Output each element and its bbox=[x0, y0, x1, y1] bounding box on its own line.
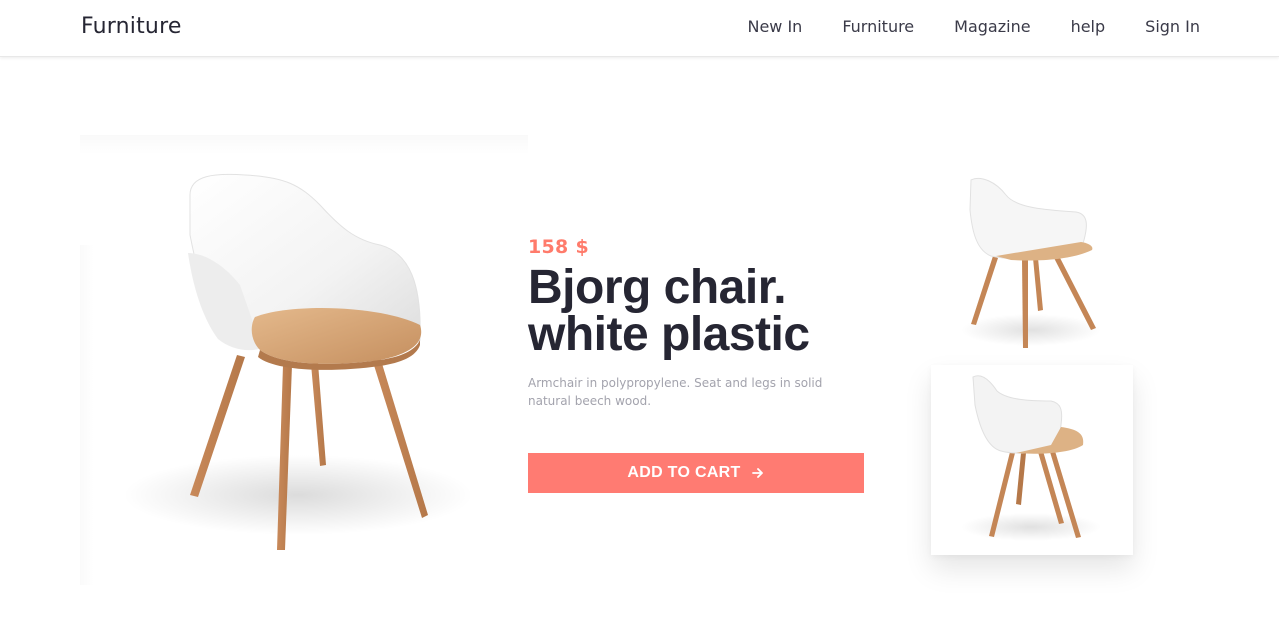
nav-sign-in[interactable]: Sign In bbox=[1145, 17, 1200, 37]
add-to-cart-button[interactable]: ADD TO CART bbox=[528, 453, 864, 493]
product-price: 158 $ bbox=[528, 236, 589, 258]
product-title-line-1: Bjorg chair. bbox=[528, 261, 787, 314]
chair-side-illustration bbox=[961, 375, 1101, 541]
site-header: Furniture New In Furniture Magazine help… bbox=[0, 0, 1279, 57]
nav-new-in[interactable]: New In bbox=[747, 17, 802, 37]
main-nav: New In Furniture Magazine help Sign In bbox=[707, 17, 1200, 37]
nav-furniture[interactable]: Furniture bbox=[842, 17, 914, 37]
product-title: Bjorg chair. white plastic bbox=[528, 261, 868, 361]
arrow-right-icon bbox=[751, 466, 765, 480]
chair-front-illustration bbox=[123, 173, 473, 550]
product-thumbnail-side-view[interactable] bbox=[931, 365, 1133, 555]
product-title-line-2: white plastic bbox=[528, 308, 810, 361]
product-description: Armchair in polypropylene. Seat and legs… bbox=[528, 376, 823, 408]
product-thumbnail-back-view[interactable] bbox=[936, 170, 1128, 360]
chair-back-illustration bbox=[961, 177, 1101, 348]
product-main-image bbox=[80, 135, 528, 585]
add-to-cart-label: ADD TO CART bbox=[627, 464, 741, 481]
nav-magazine[interactable]: Magazine bbox=[954, 17, 1030, 37]
nav-help[interactable]: help bbox=[1071, 17, 1106, 37]
product-info: 158 $ Bjorg chair. white plastic Armchai… bbox=[528, 236, 868, 410]
site-logo[interactable]: Furniture bbox=[81, 14, 182, 39]
